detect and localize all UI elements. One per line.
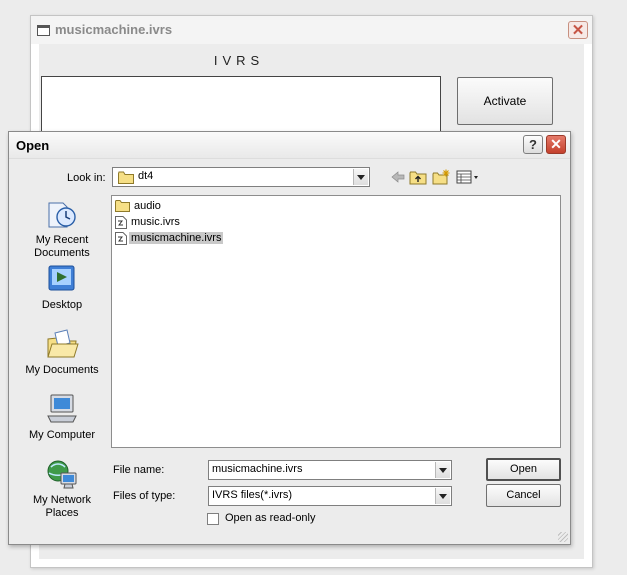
place-label: My Documents bbox=[25, 364, 99, 376]
file-name: audio bbox=[134, 200, 161, 212]
file-icon bbox=[115, 232, 127, 245]
file-name: music.ivrs bbox=[131, 216, 180, 228]
file-type-value: IVRS files(*.ivrs) bbox=[212, 489, 293, 501]
file-item-music-ivrs[interactable]: music.ivrs bbox=[115, 215, 182, 230]
desktop-icon bbox=[48, 265, 75, 291]
recent-documents-icon bbox=[48, 202, 76, 228]
place-my-network-places[interactable]: My Network Places bbox=[19, 457, 105, 520]
place-label: My Network Places bbox=[32, 494, 92, 519]
file-name: musicmachine.ivrs bbox=[129, 232, 224, 244]
look-in-value: dt4 bbox=[138, 170, 154, 182]
place-my-computer[interactable]: My Computer bbox=[19, 392, 105, 442]
new-folder-icon[interactable] bbox=[432, 169, 450, 185]
file-name-input[interactable]: musicmachine.ivrs bbox=[208, 460, 452, 480]
cancel-button[interactable]: Cancel bbox=[486, 484, 561, 507]
app-heading: IVRS bbox=[213, 53, 265, 68]
open-button[interactable]: Open bbox=[486, 458, 561, 481]
chevron-down-icon[interactable] bbox=[353, 169, 368, 185]
app-titlebar: musicmachine.ivrs ✕ bbox=[31, 16, 592, 44]
dialog-close-button[interactable]: ✕ bbox=[546, 135, 566, 154]
place-my-documents[interactable]: My Documents bbox=[19, 327, 105, 377]
my-documents-icon bbox=[47, 329, 79, 358]
my-computer-icon bbox=[47, 394, 77, 423]
place-my-recent-documents[interactable]: My Recent Documents bbox=[19, 197, 105, 260]
file-list[interactable]: audio music.ivrs musicmachine.ivrs bbox=[111, 195, 561, 448]
network-places-icon bbox=[47, 460, 77, 489]
open-dialog: Open ? ✕ Look in: dt4 My Recent Document… bbox=[8, 131, 571, 545]
app-window-icon bbox=[37, 25, 50, 36]
read-only-checkbox[interactable] bbox=[207, 513, 219, 525]
folder-icon bbox=[115, 200, 130, 212]
up-folder-icon[interactable] bbox=[409, 169, 427, 185]
file-name-value: musicmachine.ivrs bbox=[212, 463, 303, 475]
file-item-audio[interactable]: audio bbox=[115, 199, 163, 214]
file-item-musicmachine-ivrs[interactable]: musicmachine.ivrs bbox=[115, 231, 224, 246]
look-in-label: Look in: bbox=[67, 172, 106, 184]
dialog-title: Open bbox=[16, 138, 50, 153]
back-arrow-icon[interactable] bbox=[390, 169, 406, 185]
file-type-dropdown[interactable]: IVRS files(*.ivrs) bbox=[208, 486, 452, 506]
place-label: Desktop bbox=[41, 299, 83, 311]
place-desktop[interactable]: Desktop bbox=[19, 262, 105, 312]
look-in-dropdown[interactable]: dt4 bbox=[112, 167, 370, 187]
help-button[interactable]: ? bbox=[523, 135, 543, 154]
views-menu-icon[interactable] bbox=[456, 169, 480, 185]
chevron-down-icon[interactable] bbox=[435, 462, 450, 478]
app-close-button[interactable]: ✕ bbox=[568, 21, 588, 39]
place-label: My Computer bbox=[28, 429, 96, 441]
file-type-label: Files of type: bbox=[113, 490, 176, 502]
resize-grip[interactable] bbox=[558, 532, 568, 542]
folder-icon bbox=[118, 171, 134, 184]
file-icon bbox=[115, 216, 127, 229]
activate-button[interactable]: Activate bbox=[457, 77, 553, 125]
chevron-down-icon[interactable] bbox=[435, 488, 450, 504]
dialog-titlebar: Open ? ✕ bbox=[9, 132, 570, 159]
file-name-label: File name: bbox=[113, 464, 165, 476]
place-label: My Recent Documents bbox=[34, 234, 90, 259]
read-only-label: Open as read-only bbox=[225, 512, 316, 524]
app-title: musicmachine.ivrs bbox=[55, 22, 173, 37]
